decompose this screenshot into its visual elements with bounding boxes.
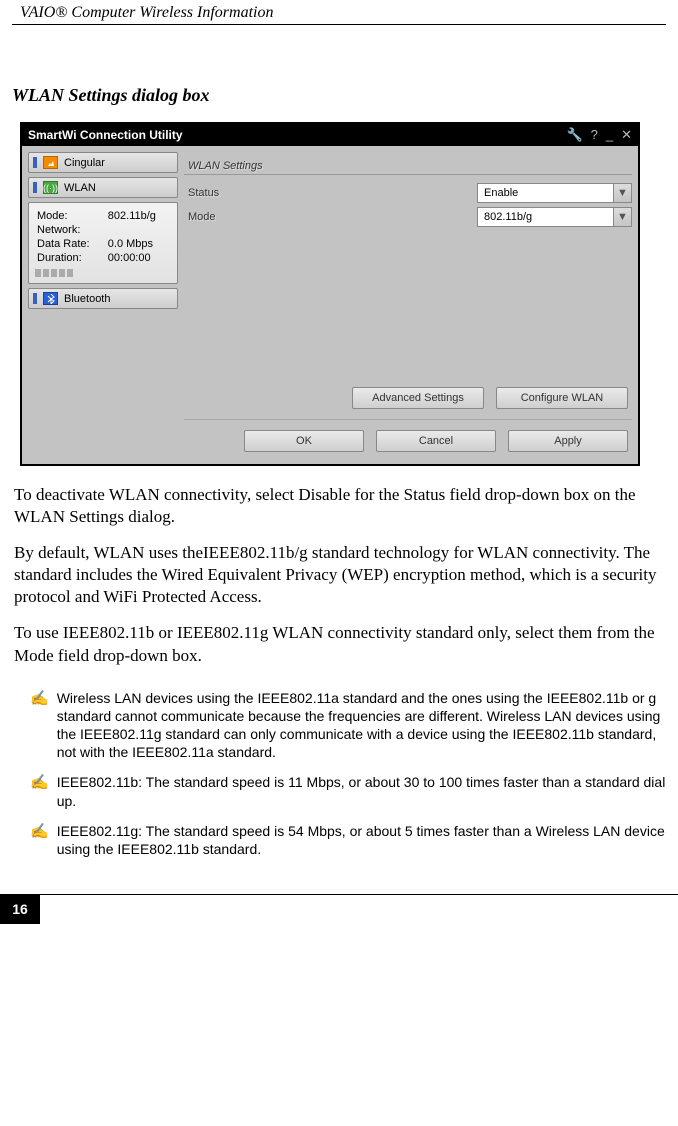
- wlan-icon: ((·)): [43, 181, 58, 194]
- cingular-icon: [43, 156, 58, 169]
- section-title: WLAN Settings dialog box: [0, 25, 678, 122]
- paragraph-1: To deactivate WLAN connectivity, select …: [14, 484, 664, 528]
- sidebar-item-cingular[interactable]: Cingular: [28, 152, 178, 173]
- note-icon: ✍: [30, 773, 49, 809]
- note-icon: ✍: [30, 822, 49, 858]
- status-dropdown[interactable]: Enable ▼: [477, 183, 632, 203]
- advanced-settings-button[interactable]: Advanced Settings: [352, 387, 484, 409]
- sidebar-item-label: WLAN: [64, 182, 96, 194]
- sidebar-item-wlan[interactable]: ((·)) WLAN: [28, 177, 178, 198]
- paragraph-3: To use IEEE802.11b or IEEE802.11g WLAN c…: [14, 622, 664, 666]
- page-footer: 16: [0, 894, 678, 924]
- wlan-details-panel: Mode: 802.11b/g Network: Data Rate: 0.0 …: [28, 202, 178, 284]
- dialog-screenshot: SmartWi Connection Utility 🔧 ? _ ✕ Cingu…: [20, 122, 640, 466]
- detail-mode-value: 802.11b/g: [106, 209, 171, 223]
- configure-wlan-button[interactable]: Configure WLAN: [496, 387, 628, 409]
- detail-rate-value: 0.0 Mbps: [106, 237, 171, 251]
- doc-header: VAIO® Computer Wireless Information: [12, 0, 666, 25]
- footer-rule: [40, 894, 678, 924]
- notes-section: ✍ Wireless LAN devices using the IEEE802…: [0, 681, 678, 859]
- accent-bar: [33, 182, 37, 193]
- note-1: Wireless LAN devices using the IEEE802.1…: [57, 689, 666, 762]
- cancel-button[interactable]: Cancel: [376, 430, 496, 452]
- detail-network-value: [106, 223, 171, 237]
- mode-dropdown[interactable]: 802.11b/g ▼: [477, 207, 632, 227]
- titlebar: SmartWi Connection Utility 🔧 ? _ ✕: [22, 124, 638, 146]
- body-text: To deactivate WLAN connectivity, select …: [0, 466, 678, 667]
- wrench-icon[interactable]: 🔧: [566, 127, 582, 143]
- status-value: Enable: [484, 187, 518, 199]
- detail-rate-label: Data Rate:: [35, 237, 106, 251]
- status-label: Status: [184, 187, 264, 199]
- sidebar-item-label: Bluetooth: [64, 293, 110, 305]
- accent-bar: [33, 293, 37, 304]
- signal-bars: [35, 269, 171, 277]
- note-2: IEEE802.11b: The standard speed is 11 Mb…: [57, 773, 666, 809]
- sidebar-item-label: Cingular: [64, 157, 105, 169]
- apply-button[interactable]: Apply: [508, 430, 628, 452]
- minimize-icon[interactable]: _: [606, 127, 613, 143]
- note-3: IEEE802.11g: The standard speed is 54 Mb…: [57, 822, 666, 858]
- window-title: SmartWi Connection Utility: [28, 128, 183, 142]
- help-icon[interactable]: ?: [591, 127, 598, 143]
- detail-mode-label: Mode:: [35, 209, 106, 223]
- sidebar-item-bluetooth[interactable]: Bluetooth: [28, 288, 178, 309]
- chevron-down-icon: ▼: [613, 208, 631, 226]
- detail-duration-value: 00:00:00: [106, 251, 171, 265]
- detail-duration-label: Duration:: [35, 251, 106, 265]
- close-icon[interactable]: ✕: [621, 127, 632, 143]
- note-icon: ✍: [30, 689, 49, 762]
- chevron-down-icon: ▼: [613, 184, 631, 202]
- sidebar: Cingular ((·)) WLAN Mode: 802.11b/g Net: [28, 152, 178, 458]
- mode-label: Mode: [184, 211, 264, 223]
- bluetooth-icon: [43, 292, 58, 305]
- mode-value: 802.11b/g: [484, 211, 532, 223]
- panel-heading: WLAN Settings: [184, 152, 632, 175]
- paragraph-2: By default, WLAN uses theIEEE802.11b/g s…: [14, 542, 664, 608]
- accent-bar: [33, 157, 37, 168]
- main-panel: WLAN Settings Status Enable ▼ Mode 802.1…: [184, 152, 632, 458]
- page-number: 16: [0, 894, 40, 924]
- detail-network-label: Network:: [35, 223, 106, 237]
- ok-button[interactable]: OK: [244, 430, 364, 452]
